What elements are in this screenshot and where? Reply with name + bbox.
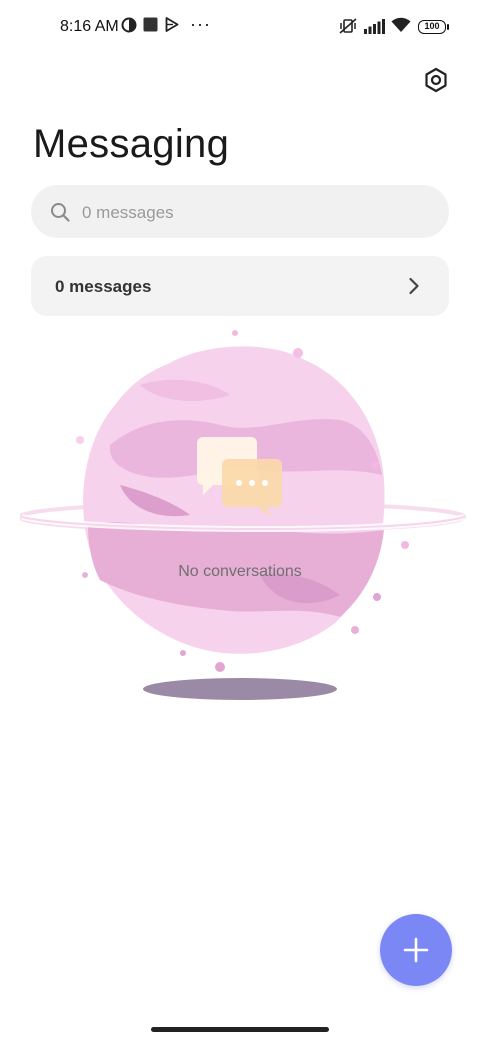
- status-time: 8:16 AM: [60, 18, 119, 35]
- planet-shadow: [143, 678, 337, 700]
- page-title: Messaging: [33, 122, 230, 166]
- signal-icon: [364, 19, 385, 39]
- empty-planet-illustration: [20, 330, 466, 700]
- play-store-icon: [165, 17, 179, 37]
- empty-state-text: No conversations: [178, 563, 302, 580]
- status-bar: 8:16 AM ··· 100: [0, 0, 480, 56]
- plus-icon: [403, 937, 429, 963]
- data-saver-icon: [121, 17, 137, 38]
- vibrate-off-icon: [338, 17, 358, 40]
- more-notifications-indicator: ···: [190, 14, 211, 34]
- battery-tip: [447, 24, 449, 30]
- search-input[interactable]: [82, 200, 422, 226]
- settings-icon: [425, 67, 447, 93]
- stop-square-icon: [143, 17, 158, 37]
- settings-button[interactable]: [420, 64, 452, 96]
- home-indicator[interactable]: [151, 1027, 329, 1032]
- battery-level: 100: [424, 21, 440, 31]
- wifi-icon: [391, 17, 411, 38]
- new-conversation-button[interactable]: [380, 914, 452, 986]
- messages-summary-label: 0 messages: [55, 277, 152, 296]
- chevron-right-icon: [408, 277, 420, 300]
- battery-icon: 100: [418, 20, 446, 34]
- search-icon: [50, 202, 70, 227]
